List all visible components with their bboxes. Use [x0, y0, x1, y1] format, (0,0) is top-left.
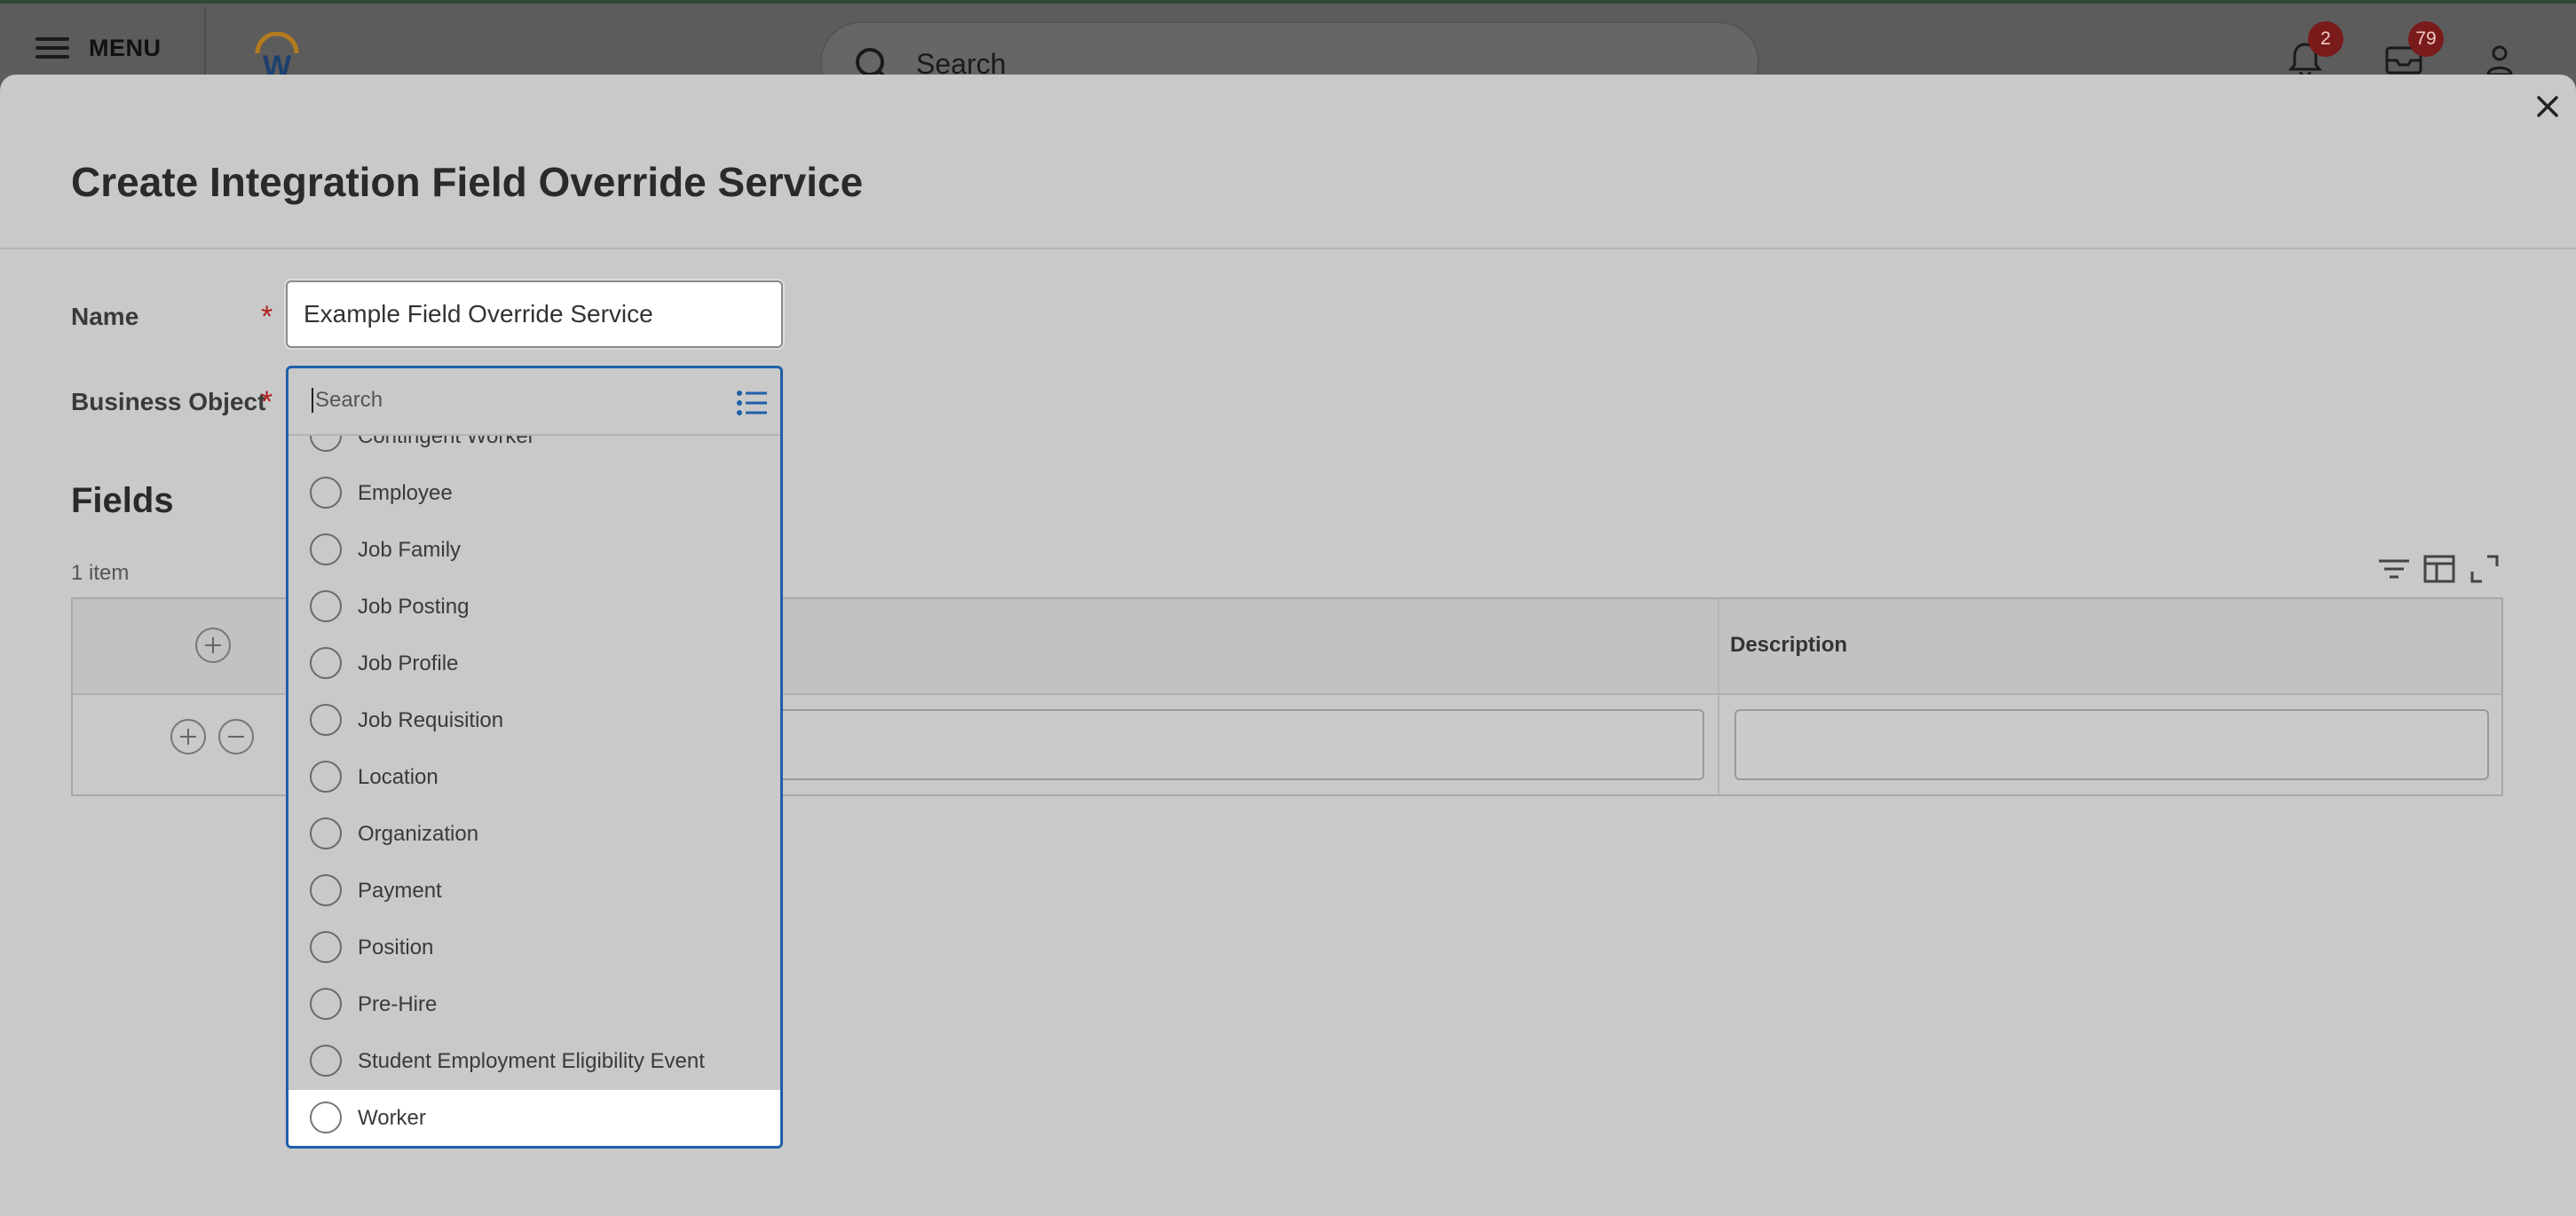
column-layout-icon[interactable]	[2423, 554, 2455, 584]
dropdown-option-label: Worker	[358, 1106, 426, 1130]
hamburger-icon	[36, 36, 69, 60]
dropdown-option-label: Employee	[358, 481, 453, 505]
dropdown-option-label: Contingent Worker	[358, 436, 535, 448]
field-cell-input[interactable]	[694, 709, 1704, 780]
dropdown-option-label: Job Profile	[358, 651, 459, 675]
inbox-badge: 79	[2408, 21, 2444, 57]
fullscreen-icon[interactable]	[2469, 554, 2500, 584]
business-object-dropdown[interactable]: Search Contingent Worker Employee Job Fa…	[286, 366, 783, 1149]
name-input[interactable]	[286, 280, 783, 348]
radio-button-icon[interactable]	[310, 1102, 342, 1133]
close-icon[interactable]	[2532, 91, 2564, 122]
description-column-header: Description	[1730, 633, 1848, 657]
dropdown-option-label: Student Employment Eligibility Event	[358, 1049, 705, 1073]
dropdown-option[interactable]: Location	[288, 749, 780, 806]
page-title: Create Integration Field Override Servic…	[71, 159, 864, 205]
title-divider	[0, 248, 2576, 249]
radio-button-icon[interactable]	[310, 988, 342, 1020]
profile-icon[interactable]	[2485, 44, 2514, 76]
dropdown-option[interactable]: Position	[288, 920, 780, 976]
item-count: 1 item	[71, 561, 130, 585]
radio-button-icon[interactable]	[310, 931, 342, 963]
dropdown-search-field[interactable]: Search	[288, 368, 780, 436]
fields-section-title: Fields	[71, 481, 174, 520]
filter-icon[interactable]	[2377, 554, 2411, 584]
dropdown-option-label: Pre-Hire	[358, 992, 438, 1016]
menu-label: MENU	[89, 34, 162, 61]
dropdown-option[interactable]: Pre-Hire	[288, 976, 780, 1033]
dropdown-option-label: Payment	[358, 879, 442, 903]
dropdown-option-label: Position	[358, 936, 434, 959]
radio-button-icon[interactable]	[310, 647, 342, 679]
radio-button-icon[interactable]	[310, 874, 342, 906]
radio-button-icon[interactable]	[310, 533, 342, 565]
radio-button-icon[interactable]	[310, 817, 342, 849]
menu-button[interactable]: MENU	[36, 30, 162, 66]
column-divider	[1718, 599, 1719, 794]
list-view-icon[interactable]	[736, 390, 768, 416]
topbar-divider	[204, 7, 206, 78]
dropdown-option-label: Job Posting	[358, 595, 470, 619]
dropdown-option[interactable]: Job Posting	[288, 579, 780, 636]
dropdown-option[interactable]: Student Employment Eligibility Event	[288, 1033, 780, 1090]
dropdown-option[interactable]: Organization	[288, 806, 780, 863]
business-object-label: Business Object	[71, 388, 266, 415]
dropdown-option[interactable]: Job Requisition	[288, 692, 780, 749]
dropdown-option-label: Location	[358, 765, 439, 789]
workday-logo-icon: W	[255, 32, 299, 78]
dropdown-option-label: Job Requisition	[358, 708, 504, 732]
notifications-badge: 2	[2308, 21, 2343, 57]
dropdown-option[interactable]: Contingent Worker	[288, 436, 780, 465]
dropdown-option[interactable]: Job Family	[288, 522, 780, 579]
description-cell-input[interactable]	[1734, 709, 2489, 780]
name-label: Name	[71, 303, 139, 330]
add-row-header-button[interactable]	[195, 628, 231, 663]
dropdown-option-label: Job Family	[358, 538, 462, 562]
dropdown-option[interactable]: Employee	[288, 465, 780, 522]
radio-button-icon[interactable]	[310, 1045, 342, 1077]
top-navigation-bar: MENU W Search 2 79	[0, 0, 2576, 103]
dropdown-search-placeholder: Search	[312, 388, 383, 413]
name-required-mark: *	[261, 300, 273, 334]
radio-button-icon[interactable]	[310, 436, 342, 452]
dropdown-option[interactable]: Payment	[288, 863, 780, 920]
radio-button-icon[interactable]	[310, 477, 342, 509]
remove-row-button[interactable]	[218, 719, 254, 754]
radio-button-icon[interactable]	[310, 590, 342, 622]
business-object-required-mark: *	[261, 385, 273, 419]
dropdown-option[interactable]: Job Profile	[288, 636, 780, 692]
dropdown-option-label: Organization	[358, 822, 479, 846]
add-row-button[interactable]	[170, 719, 206, 754]
radio-button-icon[interactable]	[310, 704, 342, 736]
dropdown-option-highlighted[interactable]: Worker	[288, 1090, 780, 1146]
radio-button-icon[interactable]	[310, 761, 342, 793]
dropdown-options-list: Contingent Worker Employee Job Family Jo…	[288, 436, 780, 1146]
